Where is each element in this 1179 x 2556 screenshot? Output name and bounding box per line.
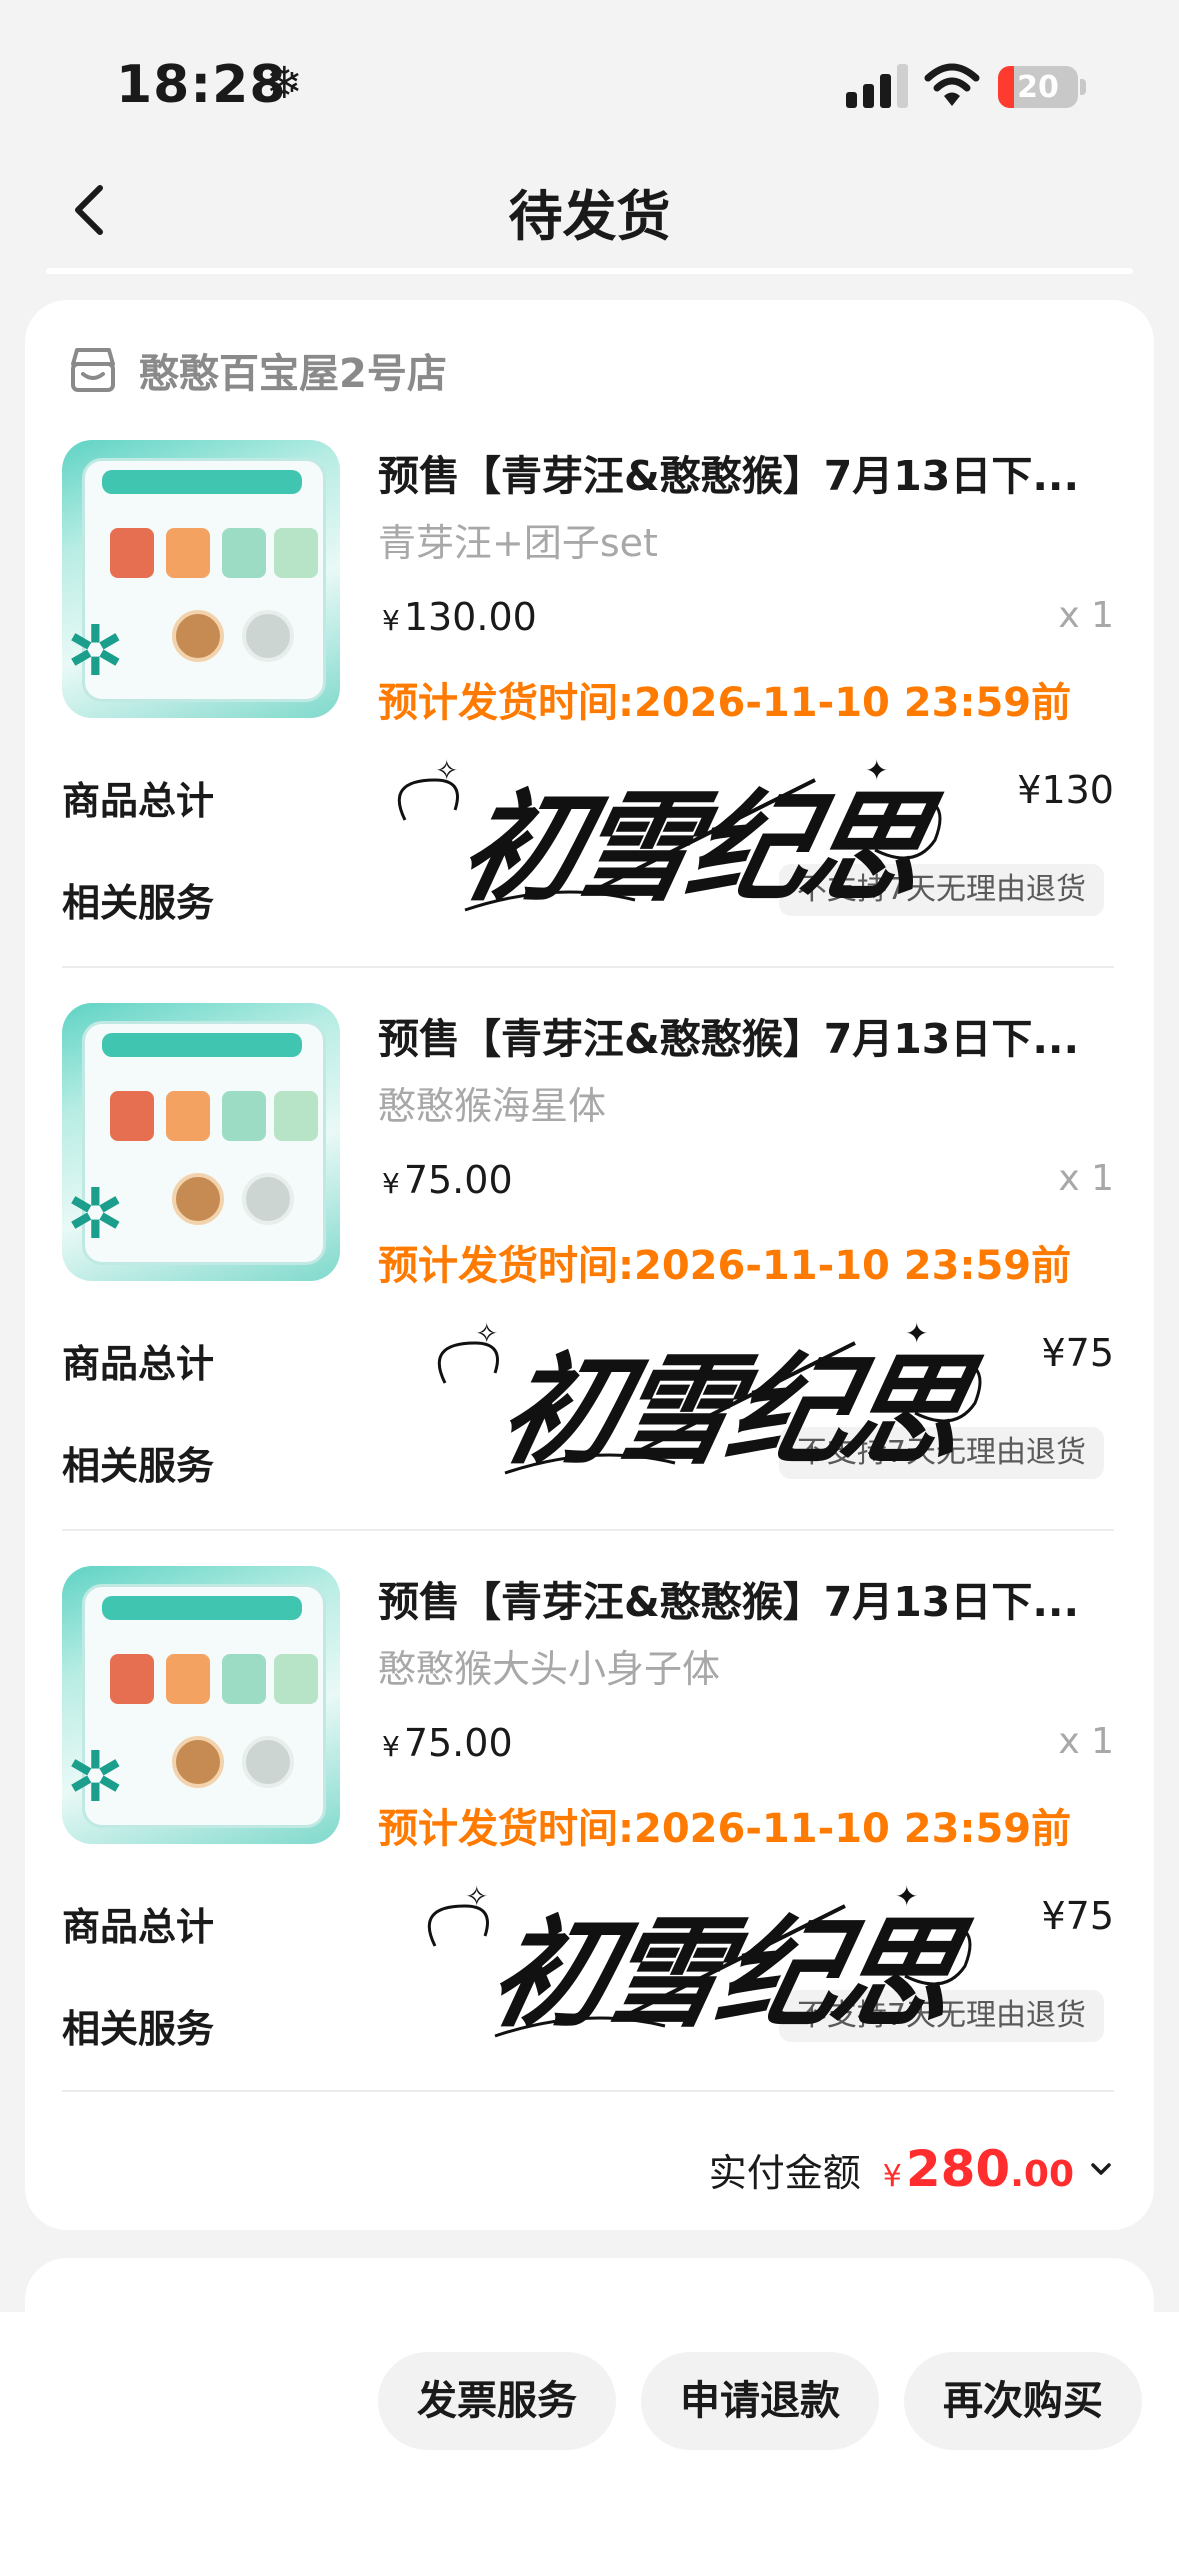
price-value: 75.00	[403, 1721, 513, 1765]
order-card: 憨憨百宝屋2号店 ✲ 预售【青芽汪&憨憨猴】7月13日下... 青芽汪+团子se…	[25, 300, 1154, 2230]
service-tag[interactable]: 不支持7天无理由退货	[778, 1990, 1104, 2042]
battery-cap	[1080, 79, 1086, 95]
product-quantity: x 1	[1058, 1158, 1114, 1199]
service-label: 相关服务	[62, 881, 215, 925]
battery-level: 20	[1017, 70, 1059, 105]
payment-currency: ¥	[882, 2159, 902, 2194]
rebuy-button[interactable]: 再次购买	[904, 2352, 1142, 2450]
shipping-time: 预计发货时间:2026-11-10 23:59前	[378, 680, 1072, 726]
service-label: 相关服务	[62, 1444, 215, 1488]
subtotal-label: 商品总计	[62, 1905, 215, 1949]
nav-bar: 待发货	[0, 150, 1179, 270]
product-quantity: x 1	[1058, 1721, 1114, 1762]
service-tag[interactable]: 不支持7天无理由退货	[778, 1427, 1104, 1479]
subtotal-label: 商品总计	[62, 779, 215, 823]
service-tag[interactable]: 不支持7天无理由退货	[778, 864, 1104, 916]
thumbnail-cell	[274, 528, 318, 578]
product-thumbnail[interactable]: ✲	[62, 440, 340, 718]
thumbnail-monkey	[172, 610, 224, 662]
subtotal-value: ¥75	[1041, 1331, 1114, 1375]
price-currency: ¥	[382, 1167, 400, 1200]
palm-icon: ✲	[66, 610, 125, 692]
product-spec: 青芽汪+团子set	[378, 521, 658, 565]
payment-label: 实付金额	[708, 2151, 861, 2195]
summary-divider	[62, 2090, 1114, 2092]
cellular-signal-icon	[846, 62, 910, 108]
product-spec: 憨憨猴大头小身子体	[378, 1647, 721, 1691]
thumbnail-cell	[166, 1654, 210, 1704]
service-label: 相关服务	[62, 2007, 215, 2051]
shop-header[interactable]: 憨憨百宝屋2号店	[65, 340, 447, 400]
shipping-time: 预计发货时间:2026-11-10 23:59前	[378, 1806, 1072, 1852]
refund-button[interactable]: 申请退款	[641, 2352, 879, 2450]
svg-text:✧: ✧	[475, 1317, 498, 1350]
product-quantity: x 1	[1058, 595, 1114, 636]
thumbnail-monkey	[242, 1736, 294, 1788]
item-divider	[62, 1529, 1114, 1531]
nav-divider	[46, 268, 1133, 274]
invoice-button[interactable]: 发票服务	[378, 2352, 616, 2450]
product-title[interactable]: 预售【青芽汪&憨憨猴】7月13日下...	[378, 1005, 1118, 1065]
payment-amount-dec: .00	[1010, 2154, 1074, 2195]
snowflake-icon: ❄	[266, 58, 303, 109]
battery-icon: 20	[998, 66, 1078, 108]
svg-text:✦: ✦	[895, 1880, 918, 1913]
subtotal-label: 商品总计	[62, 1342, 215, 1386]
thumbnail-monkey	[242, 610, 294, 662]
thumbnail-monkey	[242, 1173, 294, 1225]
product-price: ¥75.00	[382, 1158, 513, 1202]
svg-text:✦: ✦	[865, 754, 888, 787]
order-item[interactable]: ✲ 预售【青芽汪&憨憨猴】7月13日下... 青芽汪+团子set ¥130.00…	[25, 440, 1154, 980]
order-item[interactable]: ✲ 预售【青芽汪&憨憨猴】7月13日下... 憨憨猴大头小身子体 ¥75.00 …	[25, 1566, 1154, 2106]
price-currency: ¥	[382, 1730, 400, 1763]
product-title[interactable]: 预售【青芽汪&憨憨猴】7月13日下...	[378, 1568, 1118, 1628]
item-divider	[62, 966, 1114, 968]
status-bar: 18:28 ❄ 20	[0, 0, 1179, 150]
thumbnail-cell	[110, 1091, 154, 1141]
thumbnail-cell	[166, 528, 210, 578]
thumbnail-monkey	[172, 1736, 224, 1788]
thumbnail-header	[102, 1596, 302, 1620]
payment-amount-int: 280	[905, 2140, 1011, 2198]
thumbnail-cell	[166, 1091, 210, 1141]
svg-text:✧: ✧	[435, 754, 458, 787]
palm-icon: ✲	[66, 1736, 125, 1818]
svg-text:✦: ✦	[905, 1317, 928, 1350]
payment-summary[interactable]: 实付金额 ¥ 280 .00	[709, 2140, 1114, 2198]
price-currency: ¥	[382, 604, 400, 637]
thumbnail-cell	[222, 1654, 266, 1704]
thumbnail-cell	[274, 1654, 318, 1704]
order-item[interactable]: ✲ 预售【青芽汪&憨憨猴】7月13日下... 憨憨猴海星体 ¥75.00 x 1…	[25, 1003, 1154, 1543]
wifi-icon	[924, 63, 980, 106]
price-value: 75.00	[403, 1158, 513, 1202]
subtotal-value: ¥75	[1041, 1894, 1114, 1938]
svg-text:✧: ✧	[465, 1880, 488, 1913]
thumbnail-cell	[274, 1091, 318, 1141]
palm-icon: ✲	[66, 1173, 125, 1255]
thumbnail-monkey	[172, 1173, 224, 1225]
product-thumbnail[interactable]: ✲	[62, 1566, 340, 1844]
thumbnail-cell	[222, 1091, 266, 1141]
shop-name: 憨憨百宝屋2号店	[139, 351, 447, 397]
thumbnail-header	[102, 1033, 302, 1057]
subtotal-value: ¥130	[1017, 768, 1114, 812]
status-time: 18:28	[116, 55, 287, 115]
thumbnail-cell	[222, 528, 266, 578]
screen: 18:28 ❄ 20 待发货 憨憨百宝屋2号店 ✲ 预售【青芽汪&憨憨猴】7月1…	[0, 0, 1179, 2556]
thumbnail-header	[102, 470, 302, 494]
price-value: 130.00	[403, 595, 537, 639]
product-price: ¥75.00	[382, 1721, 513, 1765]
page-title: 待发货	[508, 185, 671, 248]
store-icon	[71, 348, 115, 392]
chevron-down-icon[interactable]	[1088, 2156, 1114, 2182]
thumbnail-cell	[110, 528, 154, 578]
product-price: ¥130.00	[382, 595, 537, 639]
product-title[interactable]: 预售【青芽汪&憨憨猴】7月13日下...	[378, 442, 1118, 502]
bottom-action-bar: 发票服务 申请退款 再次购买	[0, 2312, 1179, 2556]
thumbnail-cell	[110, 1654, 154, 1704]
product-spec: 憨憨猴海星体	[378, 1084, 607, 1128]
shipping-time: 预计发货时间:2026-11-10 23:59前	[378, 1243, 1072, 1289]
product-thumbnail[interactable]: ✲	[62, 1003, 340, 1281]
